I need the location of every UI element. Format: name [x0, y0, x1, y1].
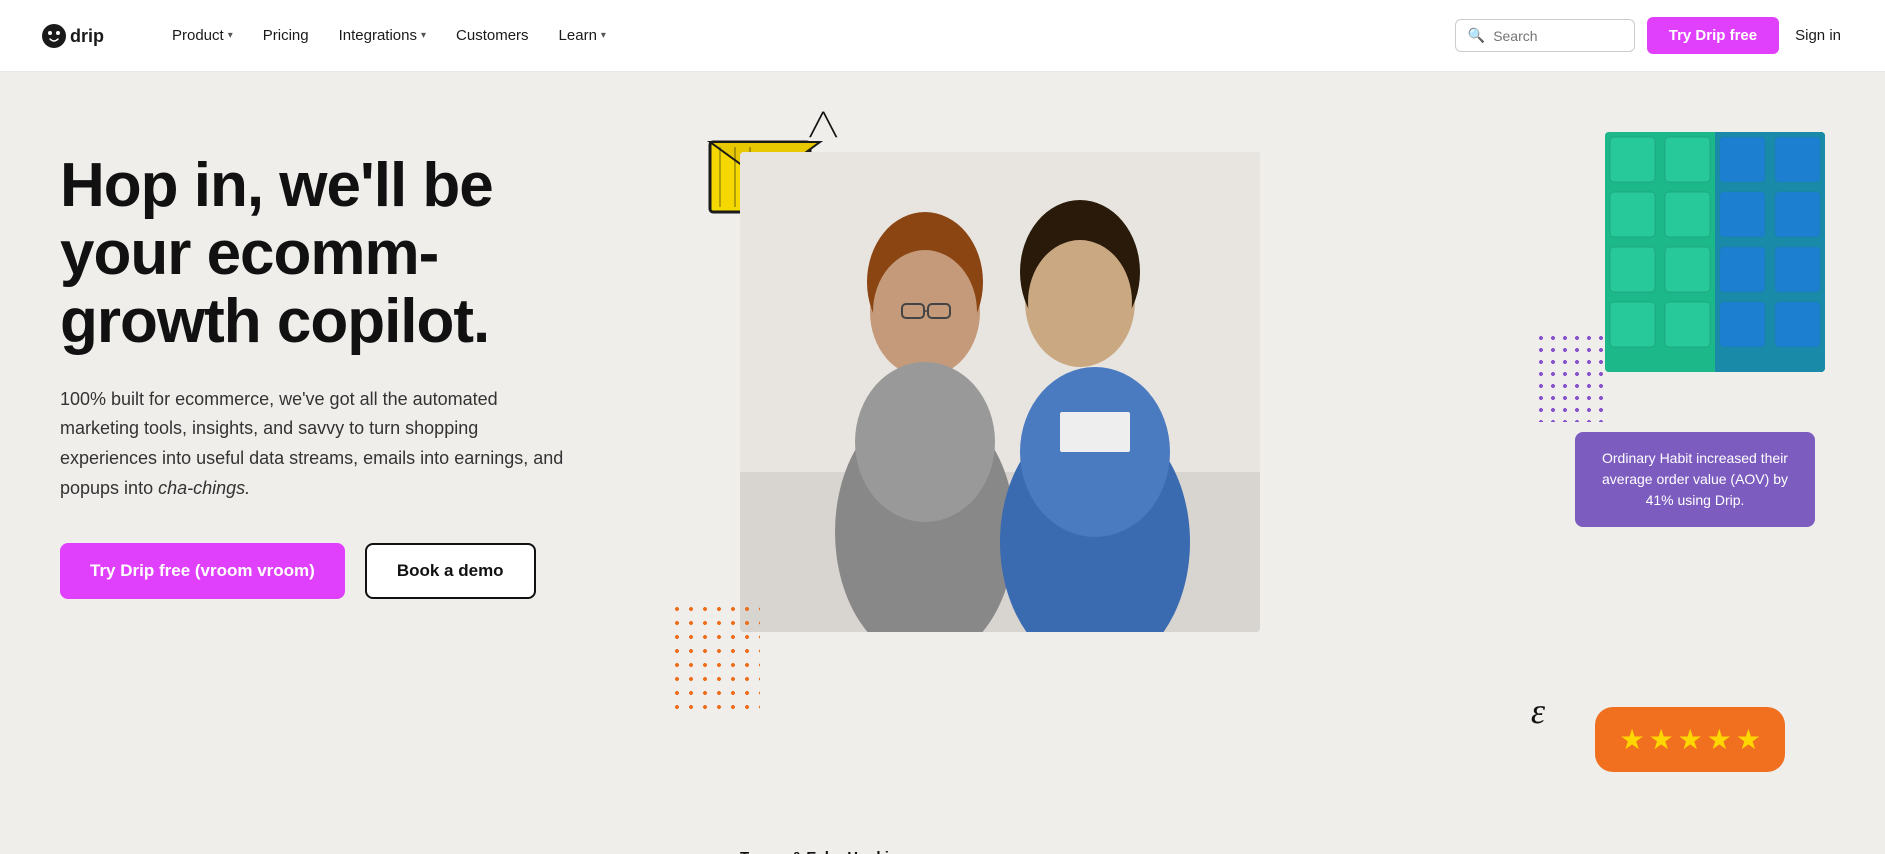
chevron-down-icon: ▾ — [421, 30, 426, 41]
star-4: ★ — [1707, 723, 1732, 756]
chevron-down-icon: ▾ — [228, 30, 233, 41]
search-icon: 🔍 — [1468, 27, 1485, 44]
nav-integrations[interactable]: Integrations ▾ — [327, 19, 438, 52]
hero-photo — [740, 152, 1260, 632]
spark-decoration: ╱╲ — [810, 112, 837, 138]
nav-pricing[interactable]: Pricing — [251, 19, 321, 52]
dots-purple-decoration — [1535, 332, 1605, 422]
hero-right: ╱╲ — [680, 132, 1825, 812]
hero-section: Hop in, we'll be your ecomm-growth copil… — [0, 72, 1885, 854]
stars-rating-card: ★ ★ ★ ★ ★ — [1595, 707, 1785, 772]
nav-signin-button[interactable]: Sign in — [1791, 17, 1845, 54]
hero-heading: Hop in, we'll be your ecomm-growth copil… — [60, 152, 620, 357]
puzzle-image — [1605, 132, 1825, 372]
star-3: ★ — [1678, 723, 1703, 756]
nav-right: 🔍 Try Drip free Sign in — [1455, 17, 1845, 54]
hero-buttons: Try Drip free (vroom vroom) Book a demo — [60, 543, 620, 599]
nav-learn[interactable]: Learn ▾ — [547, 19, 618, 52]
hero-left: Hop in, we'll be your ecomm-growth copil… — [60, 132, 620, 599]
squiggle-decoration: ε — [1531, 690, 1545, 732]
photo-caption: Teresa & Echo Hopkins Founders, Ordinary… — [740, 849, 906, 854]
hero-subtext: 100% built for ecommerce, we've got all … — [60, 385, 580, 504]
nav-product[interactable]: Product ▾ — [160, 19, 245, 52]
nav-customers[interactable]: Customers — [444, 19, 541, 52]
aov-card: Ordinary Habit increased their average o… — [1575, 432, 1815, 527]
search-input[interactable] — [1493, 28, 1622, 44]
star-1: ★ — [1619, 723, 1644, 756]
logo[interactable]: drip — [40, 18, 120, 54]
search-box[interactable]: 🔍 — [1455, 19, 1635, 52]
hero-try-free-button[interactable]: Try Drip free (vroom vroom) — [60, 543, 345, 599]
nav-try-free-button[interactable]: Try Drip free — [1647, 17, 1779, 54]
photo-caption-name: Teresa & Echo Hopkins — [740, 849, 906, 854]
nav-links: Product ▾ Pricing Integrations ▾ Custome… — [160, 19, 1455, 52]
star-5: ★ — [1736, 723, 1761, 756]
hero-book-demo-button[interactable]: Book a demo — [365, 543, 536, 599]
star-2: ★ — [1649, 723, 1674, 756]
dots-orange-decoration — [670, 602, 760, 712]
chevron-down-icon: ▾ — [601, 30, 606, 41]
svg-text:drip: drip — [70, 26, 104, 46]
